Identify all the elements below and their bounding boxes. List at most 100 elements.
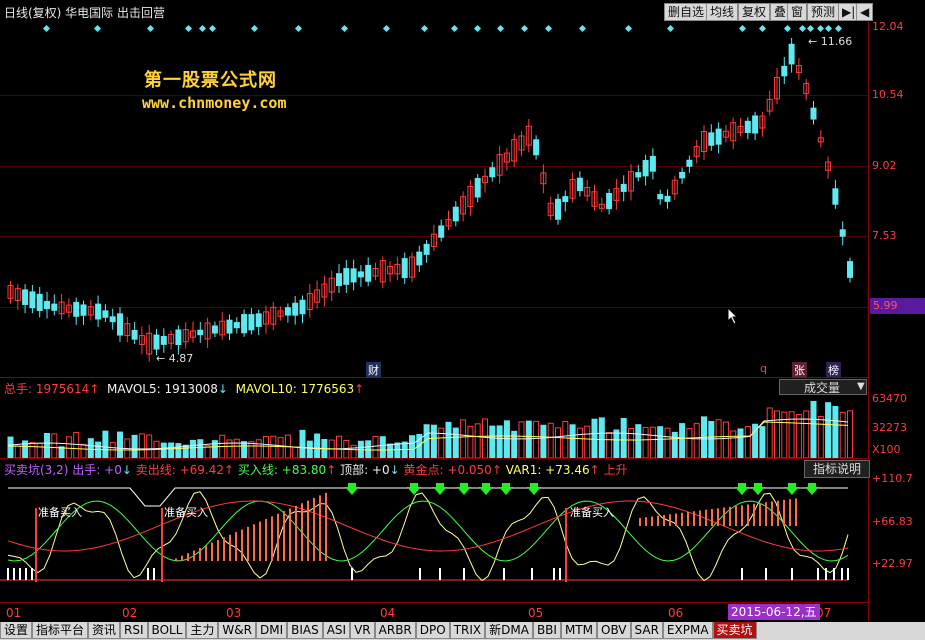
candle-body [160, 336, 167, 345]
candle-body [248, 314, 255, 331]
delete-favorite-button[interactable]: 删自选 [664, 3, 709, 21]
candle-body [51, 303, 58, 311]
tab-17[interactable]: OBV [597, 622, 631, 639]
signal-diamond-icon [450, 24, 459, 33]
volume-bar [409, 435, 415, 458]
candle-body [839, 229, 846, 237]
volume-bar [394, 442, 401, 458]
up-arrow-icon: ↑ [589, 463, 600, 477]
volume-bar [832, 405, 839, 458]
rank-marker[interactable]: 榜 [826, 362, 841, 378]
signal-diamond-icon [42, 24, 51, 33]
tab-2[interactable]: 资讯 [88, 622, 121, 639]
volume-indicator-select[interactable]: 成交量 [779, 379, 867, 395]
volume-bar [635, 424, 642, 458]
tab-1[interactable]: 指标平台 [32, 622, 89, 639]
collapse-button[interactable]: ◀ [856, 3, 874, 21]
tab-12[interactable]: DPO [415, 622, 450, 639]
signal-diamond-icon [250, 24, 259, 33]
candle-body [299, 299, 306, 315]
signal-diamond-icon [738, 24, 747, 33]
candle-body [241, 314, 248, 334]
dropdown-arrow-icon[interactable]: ▼ [857, 381, 865, 392]
window-button[interactable]: 窗 [787, 3, 808, 21]
tab-20[interactable]: 买卖坑 [712, 622, 757, 639]
candle-body [657, 194, 664, 200]
volume-bar [708, 421, 715, 458]
buy-line-value: 买入线: +83.80 [237, 463, 327, 477]
signal-diamond-icon [294, 24, 303, 33]
tab-10[interactable]: VR [350, 622, 375, 639]
volume-bar [759, 426, 766, 458]
volume-bar [51, 433, 58, 458]
total-label: 总手: [4, 382, 33, 396]
tab-9[interactable]: ASI [322, 622, 351, 639]
volume-bar [336, 435, 342, 458]
volume-bar [598, 417, 605, 458]
signal-diamond-icon [834, 24, 843, 33]
up-arrow-icon: ↑ [326, 463, 337, 477]
tab-5[interactable]: 主力 [186, 622, 219, 639]
green-down-arrow-icon [433, 483, 447, 495]
mavol10-label: MAVOL10: [235, 382, 297, 396]
up-arrow-icon: ↑ [354, 382, 365, 396]
mavol5-label: MAVOL5: [107, 382, 161, 396]
volume-bar [73, 432, 80, 458]
tab-6[interactable]: W&R [218, 622, 256, 639]
volume-bar [803, 410, 810, 458]
signal-diamond-icon [146, 24, 155, 33]
low-price-label: ← 4.87 [156, 352, 194, 365]
tab-11[interactable]: ARBR [374, 622, 416, 639]
up-arrow-icon: ↑ [224, 463, 235, 477]
tab-18[interactable]: SAR [630, 622, 663, 639]
down-arrow-icon: ↓ [217, 382, 228, 396]
golden-point-value: 黄金点: +0.050 [403, 463, 492, 477]
limit-up-marker[interactable]: 张 [792, 362, 807, 378]
signal-diamond-icon [798, 24, 807, 33]
buy-signal-label: 准备买入 [164, 506, 208, 519]
signal-diamond-icon [758, 24, 767, 33]
tab-13[interactable]: TRIX [449, 622, 486, 639]
tab-0[interactable]: 设置 [0, 622, 33, 639]
candle-body [620, 183, 627, 192]
title-bar: 日线(复权) 华电国际 出击回营 删自选 均线 复权 叠 窗 预测 ▶| ◀ [0, 0, 925, 22]
candle-body [36, 293, 43, 311]
signal-diamond-icon [473, 24, 482, 33]
green-down-arrow-icon [805, 483, 819, 495]
volume-chart[interactable] [0, 396, 868, 458]
ma-button[interactable]: 均线 [706, 3, 739, 21]
volume-bar [7, 436, 14, 458]
tab-19[interactable]: EXPMA [662, 622, 713, 639]
tab-3[interactable]: RSI [120, 622, 148, 639]
volume-bar [314, 433, 321, 458]
forecast-button[interactable]: 预测 [807, 3, 840, 21]
q-marker[interactable]: q [760, 362, 767, 375]
candle-body [233, 322, 240, 329]
tab-4[interactable]: BOLL [147, 622, 187, 639]
candle-body [606, 192, 613, 210]
tab-8[interactable]: BIAS [287, 622, 323, 639]
sell-line [7, 500, 849, 552]
volume-bar [547, 422, 554, 458]
tab-15[interactable]: BBI [532, 622, 561, 639]
volume-bar [671, 431, 678, 458]
adjust-button[interactable]: 复权 [738, 3, 771, 21]
finance-marker[interactable]: 财 [366, 362, 381, 378]
signal-diamond-icon [184, 24, 193, 33]
tab-14[interactable]: 新DMA [485, 622, 533, 639]
tab-16[interactable]: MTM [560, 622, 597, 639]
tab-7[interactable]: DMI [255, 622, 288, 639]
candle-body [489, 167, 496, 178]
buy-signal-label: 准备买入 [38, 506, 82, 519]
mavol5-value: 1913008 [164, 382, 218, 396]
candle-body [686, 159, 693, 167]
indicator-chart[interactable] [0, 476, 868, 602]
selected-date-badge: 2015-06-12,五 [728, 604, 820, 620]
volume-bar [379, 436, 386, 458]
buy-line [7, 500, 849, 562]
candle-body [350, 268, 357, 283]
volume-bar [606, 432, 613, 458]
volume-bar [533, 420, 540, 458]
signal-diamond-icon [783, 24, 792, 33]
candle-body [365, 264, 372, 282]
